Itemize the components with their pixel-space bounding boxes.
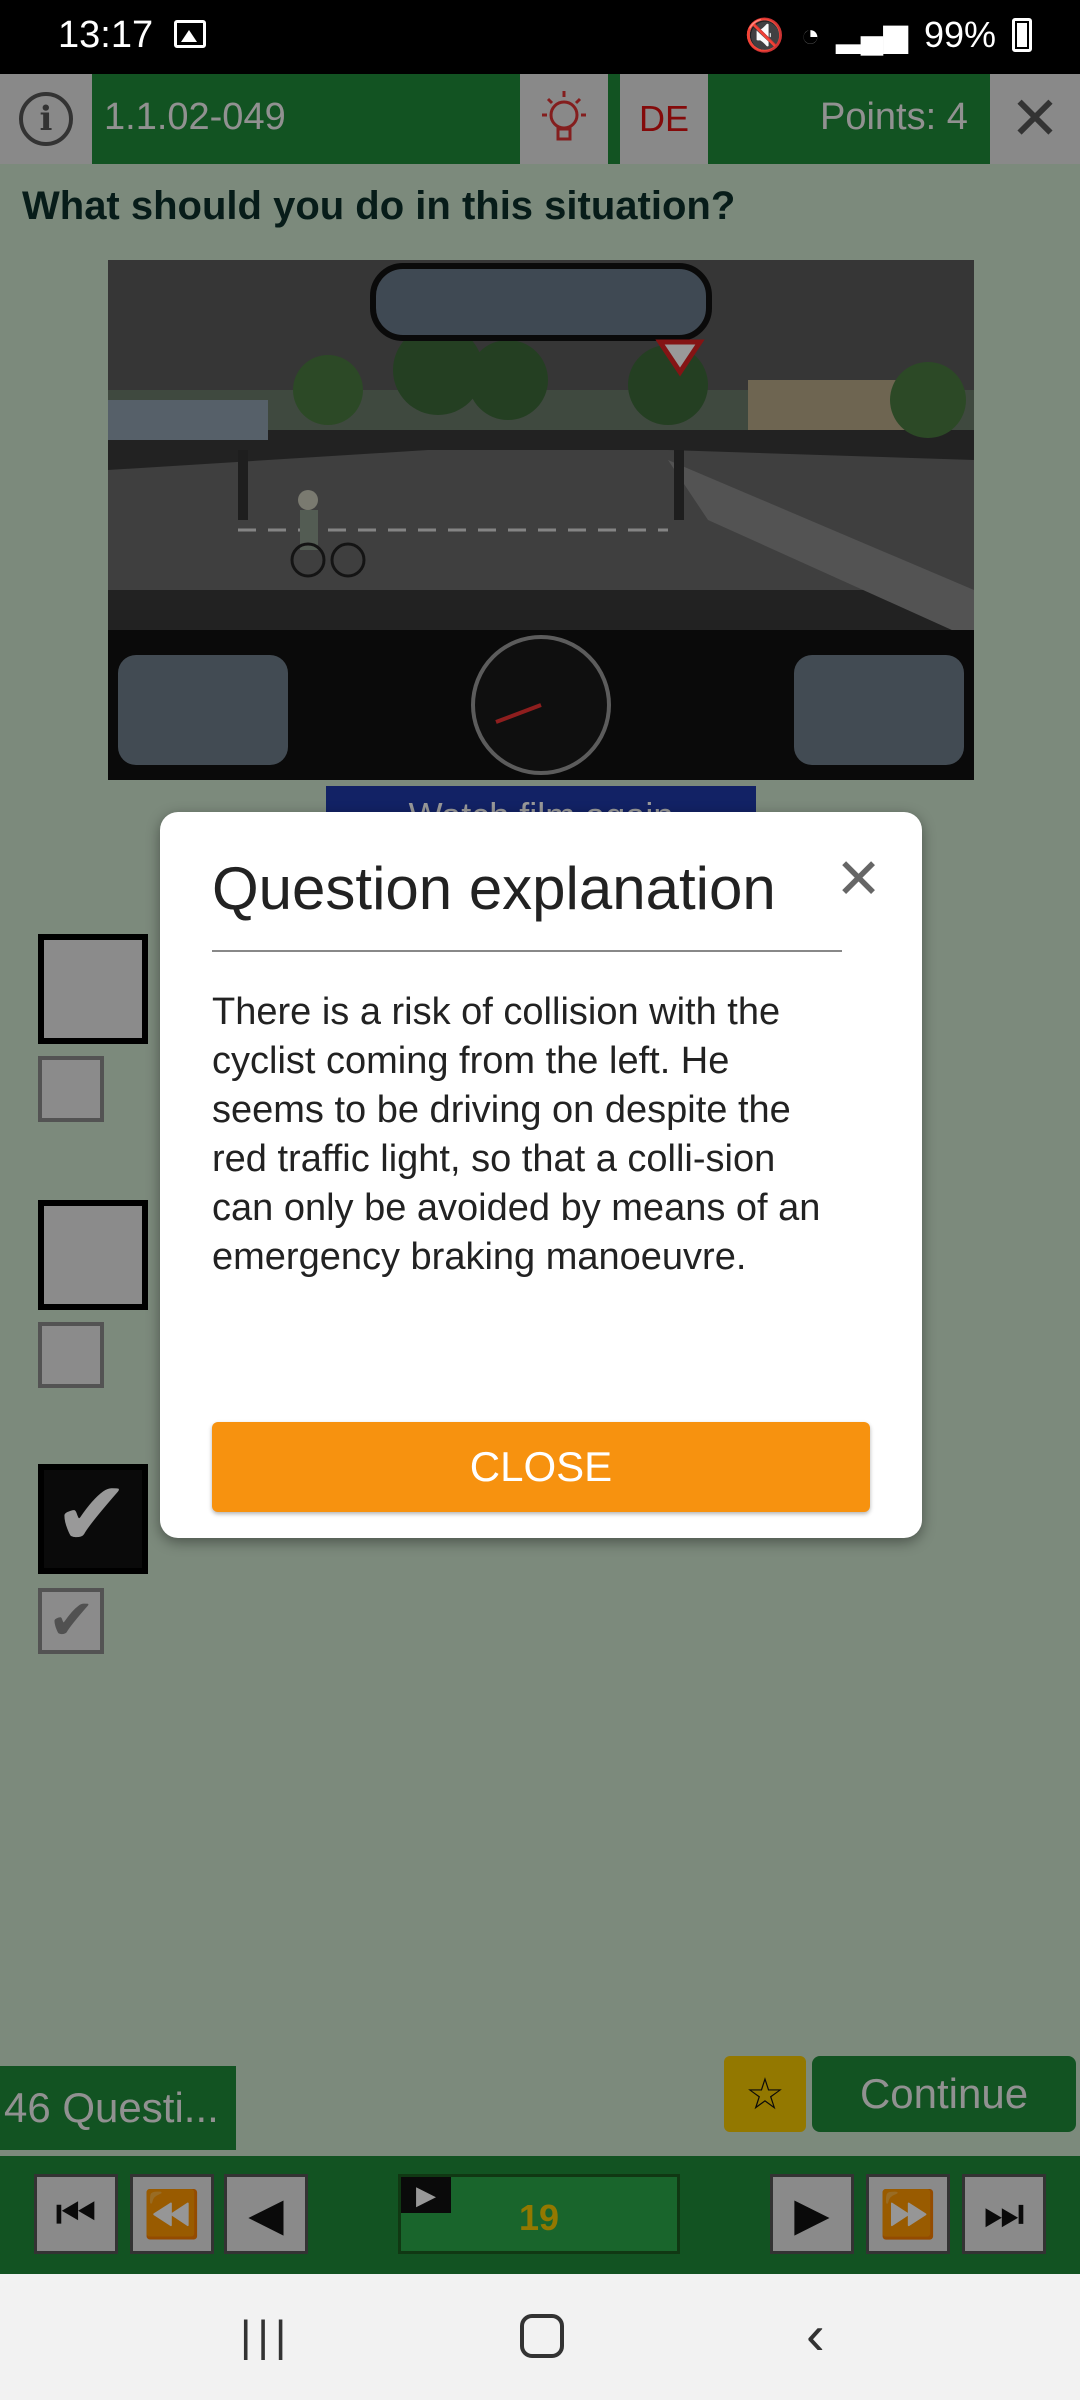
system-navigation-bar: ||| ‹ <box>0 2274 1080 2400</box>
explanation-dialog: Question explanation ✕ There is a risk o… <box>160 812 922 1538</box>
battery-icon <box>1012 18 1032 52</box>
status-bar: 13:17 🔇 ◔ ▂▄▆ 99% <box>0 0 1080 74</box>
battery-percent: 99% <box>923 14 996 55</box>
dialog-divider <box>212 950 842 952</box>
signal-icon: ▂▄▆ <box>836 17 908 53</box>
dialog-title: Question explanation <box>212 855 776 922</box>
dialog-close-icon[interactable]: ✕ <box>835 846 882 912</box>
wifi-icon: ◔ <box>800 16 821 53</box>
home-icon[interactable] <box>520 2314 564 2358</box>
mute-icon: 🔇 <box>744 17 785 53</box>
status-icons: 🔇 ◔ ▂▄▆ 99% <box>745 14 1032 56</box>
image-icon <box>174 20 206 48</box>
status-time: 13:17 <box>58 14 154 56</box>
recents-icon[interactable]: ||| <box>240 2312 292 2362</box>
dialog-close-button[interactable]: CLOSE <box>212 1422 870 1512</box>
back-icon[interactable]: ‹ <box>806 2302 825 2367</box>
dialog-body: There is a risk of collision with the cy… <box>212 991 821 1278</box>
